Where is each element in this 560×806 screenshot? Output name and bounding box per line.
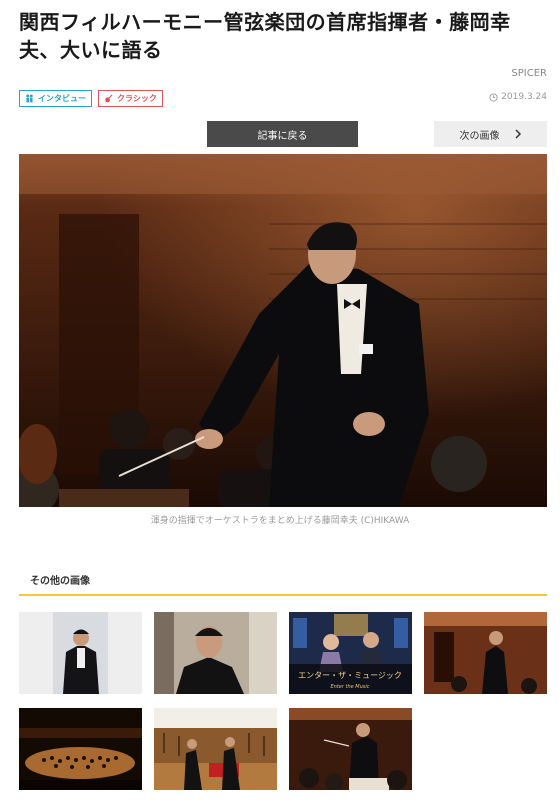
main-photo-caption: 渾身の指揮でオーケストラをまとめ上げる藤岡幸夫 (C)HIKAWA	[150, 516, 410, 526]
gallery-thumb[interactable]	[19, 708, 142, 790]
main-photo[interactable]	[19, 154, 547, 507]
article-title: 関西フィルハーモニー管弦楽団の首席指揮者・藤岡幸夫、大いに語る	[19, 10, 511, 62]
tv-program-subtitle: Enter the Music	[330, 684, 369, 690]
hall-thumb-image	[19, 708, 142, 790]
rehearsal-thumb-image	[154, 708, 277, 790]
tv-program-title: エンター・ザ・ミュージック	[298, 671, 402, 680]
next-image-button[interactable]: 次の画像	[434, 121, 547, 147]
gallery-thumb[interactable]	[154, 612, 277, 694]
interview-icon	[26, 94, 33, 103]
interview-thumb-image	[154, 612, 277, 694]
tag-interview[interactable]: インタビュー	[19, 90, 92, 107]
gallery-thumb[interactable]	[289, 708, 412, 790]
gallery-thumb[interactable]: エンター・ザ・ミュージック Enter the Music	[289, 612, 412, 694]
tag-classic[interactable]: クラシック	[98, 90, 163, 107]
violin-icon	[105, 94, 113, 103]
gallery-thumb[interactable]	[154, 708, 277, 790]
chevron-right-icon	[514, 129, 521, 139]
tag-interview-label: インタビュー	[38, 94, 86, 103]
gallery-thumb[interactable]	[19, 612, 142, 694]
tv-program-thumb-image: エンター・ザ・ミュージック Enter the Music	[289, 612, 412, 694]
gallery-thumb[interactable]	[424, 612, 547, 694]
tag-list: インタビュー クラシック	[19, 90, 163, 107]
gallery-divider	[19, 594, 547, 596]
conducting-thumb-image	[289, 708, 412, 790]
tag-classic-label: クラシック	[117, 94, 157, 103]
stage-thumb-image	[424, 612, 547, 694]
publish-date: 2019.3.24	[489, 92, 547, 102]
clock-icon	[489, 92, 498, 102]
back-to-article-button[interactable]: 記事に戻る	[207, 121, 358, 147]
conductor-photo	[19, 154, 547, 507]
publish-date-text: 2019.3.24	[501, 92, 547, 102]
portrait-thumb-image	[19, 612, 142, 694]
author-name[interactable]: SPICER	[511, 68, 547, 79]
gallery-title: その他の画像	[30, 576, 90, 587]
next-image-label: 次の画像	[459, 130, 500, 142]
